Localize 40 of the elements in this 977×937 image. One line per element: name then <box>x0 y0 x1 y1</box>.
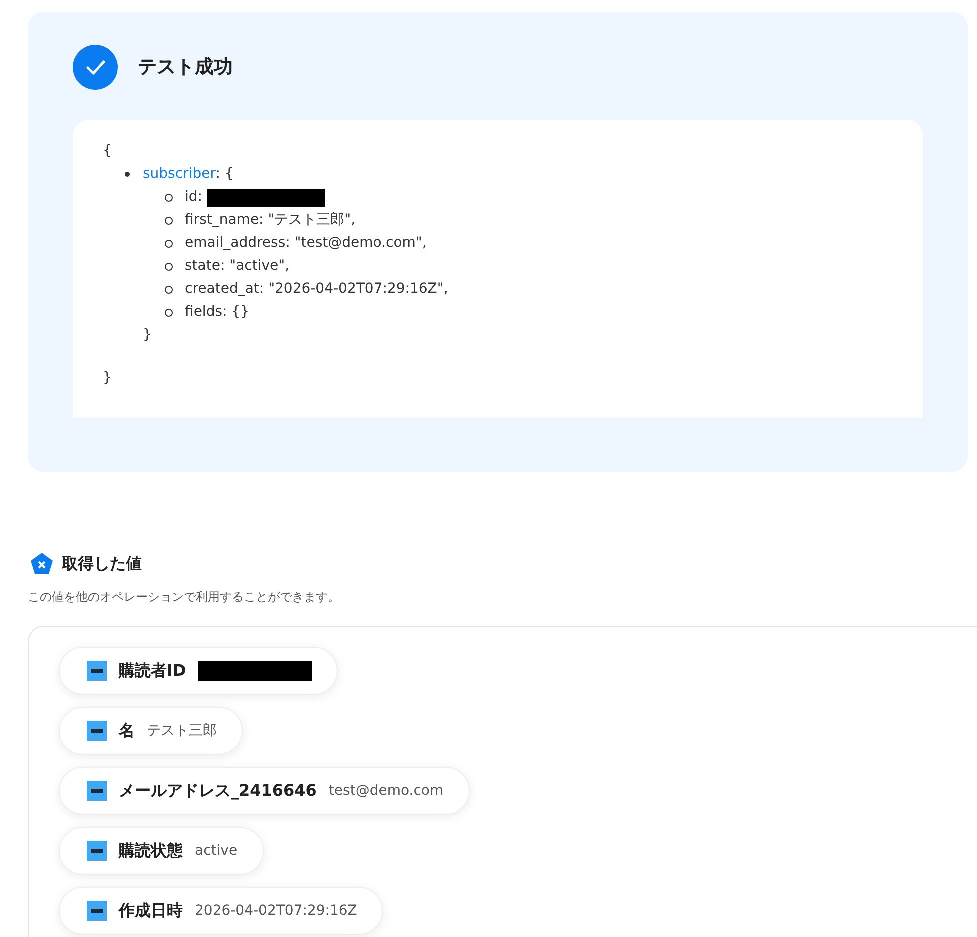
app-logo-icon <box>87 721 107 741</box>
result-title: テスト成功 <box>138 55 233 80</box>
bullet-icon <box>125 172 130 177</box>
json-text: subscriber: { <box>143 165 234 184</box>
bullet-icon <box>165 216 173 224</box>
value-chip[interactable]: 作成日時 2026-04-02T07:29:16Z <box>59 887 384 935</box>
value-chip[interactable]: 購読状態 active <box>59 827 264 875</box>
bullet-icon <box>165 286 173 294</box>
json-text: fields: {} <box>185 303 250 322</box>
json-text: created_at: "2026-04-02T07:29:16Z", <box>185 280 448 299</box>
value-name: 購読者ID <box>119 660 186 682</box>
value-text: テスト三郎 <box>147 722 217 740</box>
json-text: email_address: "test@demo.com", <box>185 234 427 253</box>
value-text: test@demo.com <box>328 782 444 800</box>
json-text: { <box>103 142 113 161</box>
value-chip[interactable]: 購読者ID <box>59 647 338 695</box>
value-chip[interactable]: メールアドレス_2416646 test@demo.com <box>59 767 470 815</box>
bullet-icon <box>165 308 173 316</box>
section-description: この値を他のオペレーションで利用することができます。 <box>28 589 341 606</box>
value-name: 購読状態 <box>119 840 183 862</box>
value-chip[interactable]: 名 テスト三郎 <box>59 707 243 755</box>
value-name: メールアドレス_2416646 <box>119 780 317 802</box>
json-text: first_name: "テスト三郎", <box>185 211 356 230</box>
bullet-icon <box>165 240 173 248</box>
value-name: 作成日時 <box>119 900 183 922</box>
json-text: } <box>103 369 113 388</box>
app-logo-icon <box>87 841 107 861</box>
json-text: } <box>142 326 153 345</box>
section-title: 取得した値 <box>62 553 142 575</box>
json-text: id: <box>185 188 202 207</box>
value-text: active <box>195 842 238 860</box>
value-text: 2026-04-02T07:29:16Z <box>195 902 358 920</box>
app-logo-icon <box>87 901 107 921</box>
app-logo-icon <box>87 661 107 681</box>
variable-icon <box>30 552 54 576</box>
app-logo-icon <box>87 781 107 801</box>
bullet-icon <box>165 262 173 270</box>
bullet-icon <box>165 194 173 202</box>
value-name: 名 <box>119 720 135 742</box>
json-text: state: "active", <box>185 257 290 276</box>
